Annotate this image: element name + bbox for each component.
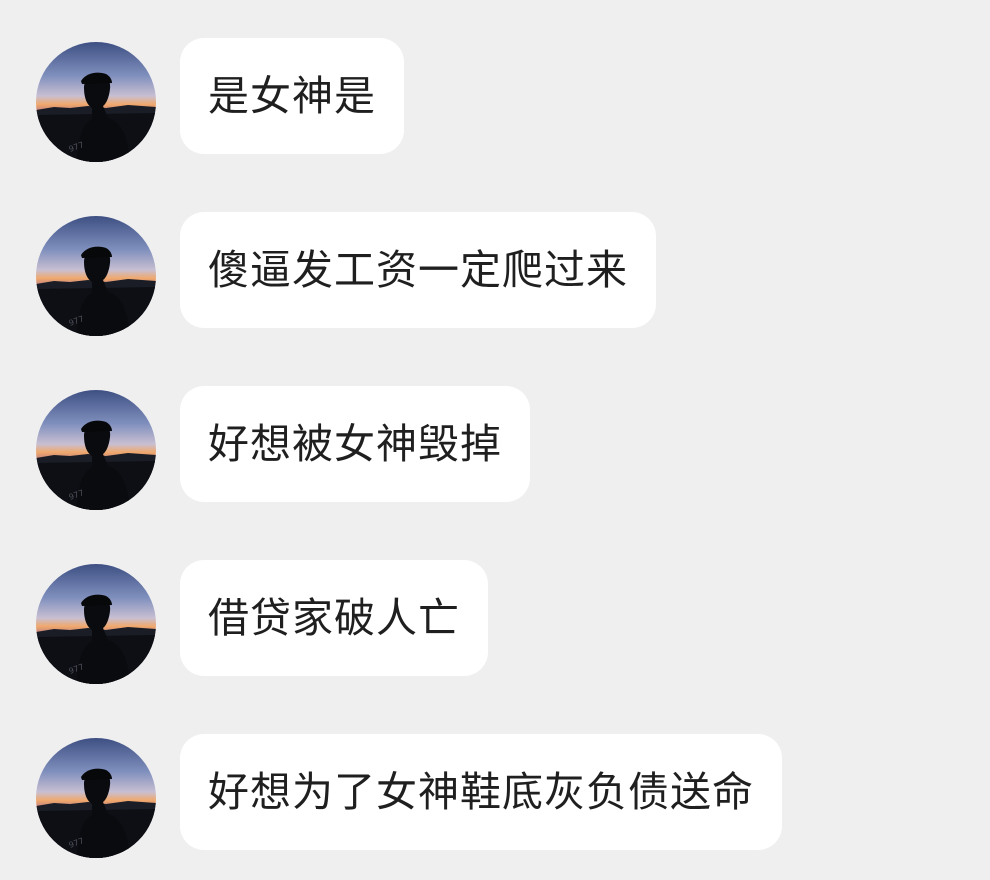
message-bubble[interactable]: 是女神是 [180, 38, 404, 154]
sunset-silhouette-avatar-icon[interactable] [36, 564, 156, 684]
chat-message: 借贷家破人亡 [0, 560, 990, 680]
message-bubble[interactable]: 傻逼发工资一定爬过来 [180, 212, 656, 328]
sunset-silhouette-avatar-icon[interactable] [36, 390, 156, 510]
chat-message: 是女神是 [0, 38, 990, 158]
message-bubble[interactable]: 好想为了女神鞋底灰负债送命 [180, 734, 782, 850]
chat-message: 好想被女神毁掉 [0, 386, 990, 506]
chat-message: 傻逼发工资一定爬过来 [0, 212, 990, 332]
sunset-silhouette-avatar-icon[interactable] [36, 42, 156, 162]
chat-message-list: 是女神是 傻逼发工资一定爬过来 好想被女神毁掉 借贷家破人亡 好想为了女神鞋底灰… [0, 0, 990, 880]
sunset-silhouette-avatar-icon[interactable] [36, 216, 156, 336]
chat-message: 好想为了女神鞋底灰负债送命 [0, 734, 990, 854]
message-bubble[interactable]: 借贷家破人亡 [180, 560, 488, 676]
sunset-silhouette-avatar-icon[interactable] [36, 738, 156, 858]
message-bubble[interactable]: 好想被女神毁掉 [180, 386, 530, 502]
